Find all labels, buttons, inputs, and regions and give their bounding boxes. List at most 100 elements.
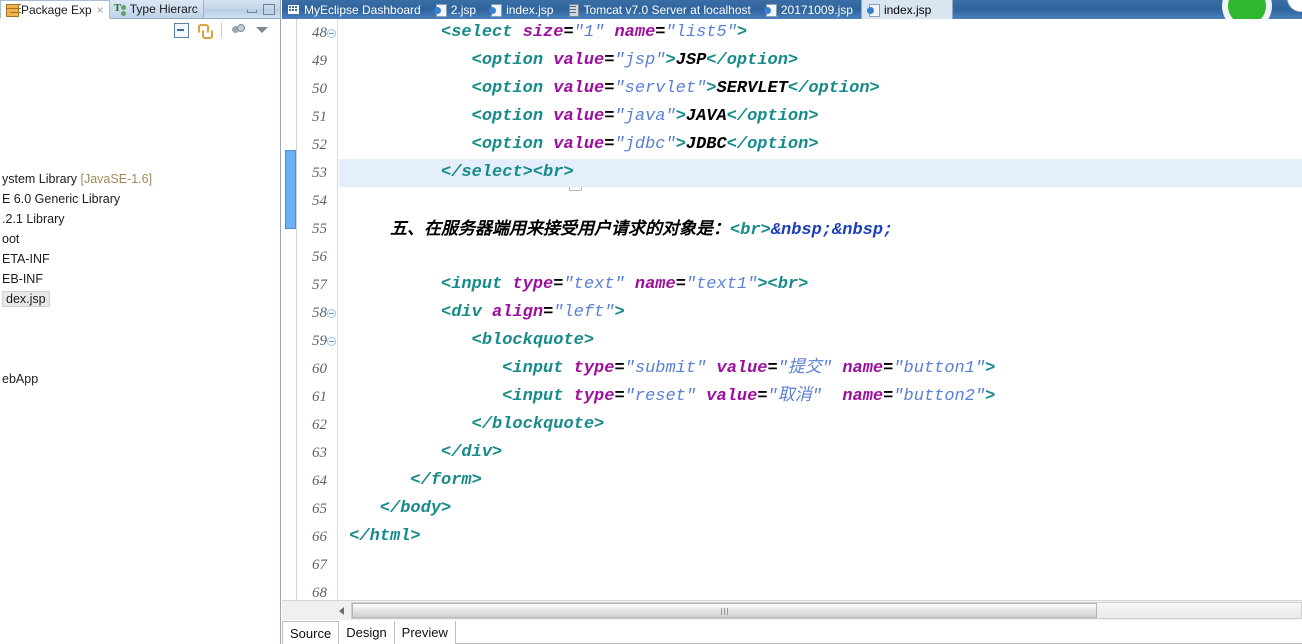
line-number: 64 — [312, 473, 327, 489]
editor-marker-bar[interactable] — [282, 19, 297, 600]
line-number: 68 — [312, 585, 327, 600]
minimize-icon[interactable] — [246, 4, 257, 14]
tree-item[interactable]: E 6.0 Generic Library — [0, 190, 120, 209]
tree-item[interactable]: oot — [0, 230, 19, 249]
tree-item[interactable]: EB-INF — [0, 270, 43, 289]
line-number: 52 — [312, 137, 327, 153]
bottom-tab-preview[interactable]: Preview — [395, 621, 456, 644]
editor-tab-myeclipse-dashboard[interactable]: MyEclipse Dashboard — [282, 0, 429, 19]
scrollbar-thumb[interactable] — [352, 603, 1097, 618]
toolbar-separator — [221, 23, 222, 37]
code-lines-container[interactable]: <select size="1" name="list5"> <option v… — [339, 19, 1302, 600]
editor-tab-2-jsp[interactable]: 2.jsp — [429, 0, 484, 19]
editor-tab-index-jsp[interactable]: index.jsp — [484, 0, 561, 19]
tree-item[interactable]: dex.jsp — [0, 290, 50, 309]
bottom-tab-label: Source — [290, 625, 332, 641]
line-number: 67 — [312, 557, 327, 573]
code-line[interactable]: </blockquote> — [339, 411, 1302, 439]
code-token: = — [883, 387, 894, 406]
code-token: <blockquote> — [471, 331, 595, 350]
code-token: = — [553, 275, 564, 294]
code-line[interactable]: <select size="1" name="list5"> — [339, 19, 1302, 47]
view-menu-icon[interactable] — [254, 22, 270, 38]
code-token: "reset" — [624, 387, 697, 406]
line-number: 53 — [312, 165, 327, 181]
tree-item[interactable]: ystem Library [JavaSE-1.6] — [0, 170, 152, 189]
jsp-file-icon — [433, 3, 447, 17]
code-line[interactable] — [339, 579, 1302, 600]
scroll-left-arrow-icon[interactable] — [334, 602, 351, 619]
line-number: 57 — [312, 277, 327, 293]
view-tab-type-hierarchy[interactable]: Type Hierarc — [109, 0, 204, 18]
code-token: value — [553, 135, 605, 154]
code-token: type — [573, 387, 615, 406]
code-line[interactable]: <option value="jsp">JSP</option> — [339, 47, 1302, 75]
code-token: "jdbc" — [614, 135, 676, 154]
bottom-tab-design[interactable]: Design — [339, 621, 395, 644]
code-token: JSP — [675, 51, 707, 70]
code-line[interactable]: </select><br> — [339, 159, 1302, 187]
code-line[interactable]: <option value="servlet">SERVLET</option> — [339, 75, 1302, 103]
line-number: 54 — [312, 193, 327, 209]
code-token: </option> — [726, 135, 819, 154]
code-token: "servlet" — [614, 79, 707, 98]
scrollbar-track[interactable] — [351, 602, 1302, 619]
fold-toggle-icon[interactable] — [327, 309, 336, 318]
fold-toggle-icon[interactable] — [327, 29, 336, 38]
code-token: 五、在服务器端用来接受用户请求的对象是： — [390, 219, 731, 239]
view-tab-package-explorer[interactable]: Package Exp × — [0, 0, 110, 19]
code-token: size — [522, 23, 564, 42]
close-icon[interactable]: × — [95, 4, 104, 16]
line-number: 62 — [312, 417, 327, 433]
code-line[interactable]: </html> — [339, 523, 1302, 551]
line-number: 65 — [312, 501, 327, 517]
maximize-icon[interactable] — [263, 4, 275, 15]
code-token: <input — [502, 359, 574, 378]
code-line[interactable]: </div> — [339, 439, 1302, 467]
code-token: value — [716, 359, 768, 378]
line-number: 63 — [312, 445, 327, 461]
code-line[interactable] — [339, 187, 1302, 215]
tree-item[interactable]: .2.1 Library — [0, 210, 65, 229]
code-token: <option — [471, 135, 554, 154]
project-tree[interactable]: ystem Library [JavaSE-1.6] E 6.0 Generic … — [0, 42, 280, 644]
editor-tab-20171009-jsp[interactable]: 20171009.jsp — [759, 0, 861, 19]
code-line[interactable]: <blockquote> — [339, 327, 1302, 355]
code-line[interactable]: <input type="reset" value="取消" name="but… — [339, 383, 1302, 411]
jsp-file-icon — [489, 3, 503, 17]
code-line[interactable]: <div align="left"> — [339, 299, 1302, 327]
bottom-tabs-filler — [455, 621, 1302, 644]
collapse-all-icon[interactable] — [173, 22, 189, 38]
editor-bottom-tabs: Source Design Preview — [282, 620, 1302, 644]
tree-item[interactable]: ebApp — [0, 370, 38, 389]
code-line[interactable]: </body> — [339, 495, 1302, 523]
code-line[interactable]: <option value="jdbc">JDBC</option> — [339, 131, 1302, 159]
code-line[interactable]: <input type="text" name="text1"><br> — [339, 271, 1302, 299]
view-filter-icon[interactable] — [230, 22, 246, 38]
code-line[interactable] — [339, 243, 1302, 271]
line-number: 59 — [312, 333, 327, 349]
code-token: "取消" — [767, 387, 822, 406]
link-with-editor-icon[interactable] — [197, 22, 213, 39]
tree-item[interactable]: ETA-INF — [0, 250, 50, 269]
code-line[interactable]: <input type="submit" value="提交" name="bu… — [339, 355, 1302, 383]
close-icon[interactable]: × — [935, 4, 944, 16]
editor-tab-index-jsp[interactable]: index.jsp × — [860, 0, 954, 19]
bottom-tab-source[interactable]: Source — [282, 621, 340, 644]
code-token: <br> — [730, 221, 771, 240]
editor-tab-tomcat-v7-0-server-at-localhost[interactable]: Tomcat v7.0 Server at localhost — [561, 0, 758, 19]
code-line[interactable]: </form> — [339, 467, 1302, 495]
code-line[interactable] — [339, 551, 1302, 579]
horizontal-scrollbar[interactable] — [282, 600, 1302, 620]
source-code-view[interactable]: 48 49 50 51 52 53 54 55 56 57 58 59 60 61 62 63 64 65 66 67… — [282, 19, 1302, 600]
code-token: </option> — [787, 79, 880, 98]
editor-area: MyEclipse Dashboard 2.jsp index.jsp Tomcat … — [282, 0, 1302, 644]
code-line[interactable]: <option value="java">JAVA</option> — [339, 103, 1302, 131]
code-line[interactable]: 五、在服务器端用来接受用户请求的对象是：<br>&nbsp;&nbsp; — [339, 215, 1302, 243]
fold-toggle-icon[interactable] — [327, 337, 336, 346]
editor-tab-label: 20171009.jsp — [780, 2, 853, 17]
